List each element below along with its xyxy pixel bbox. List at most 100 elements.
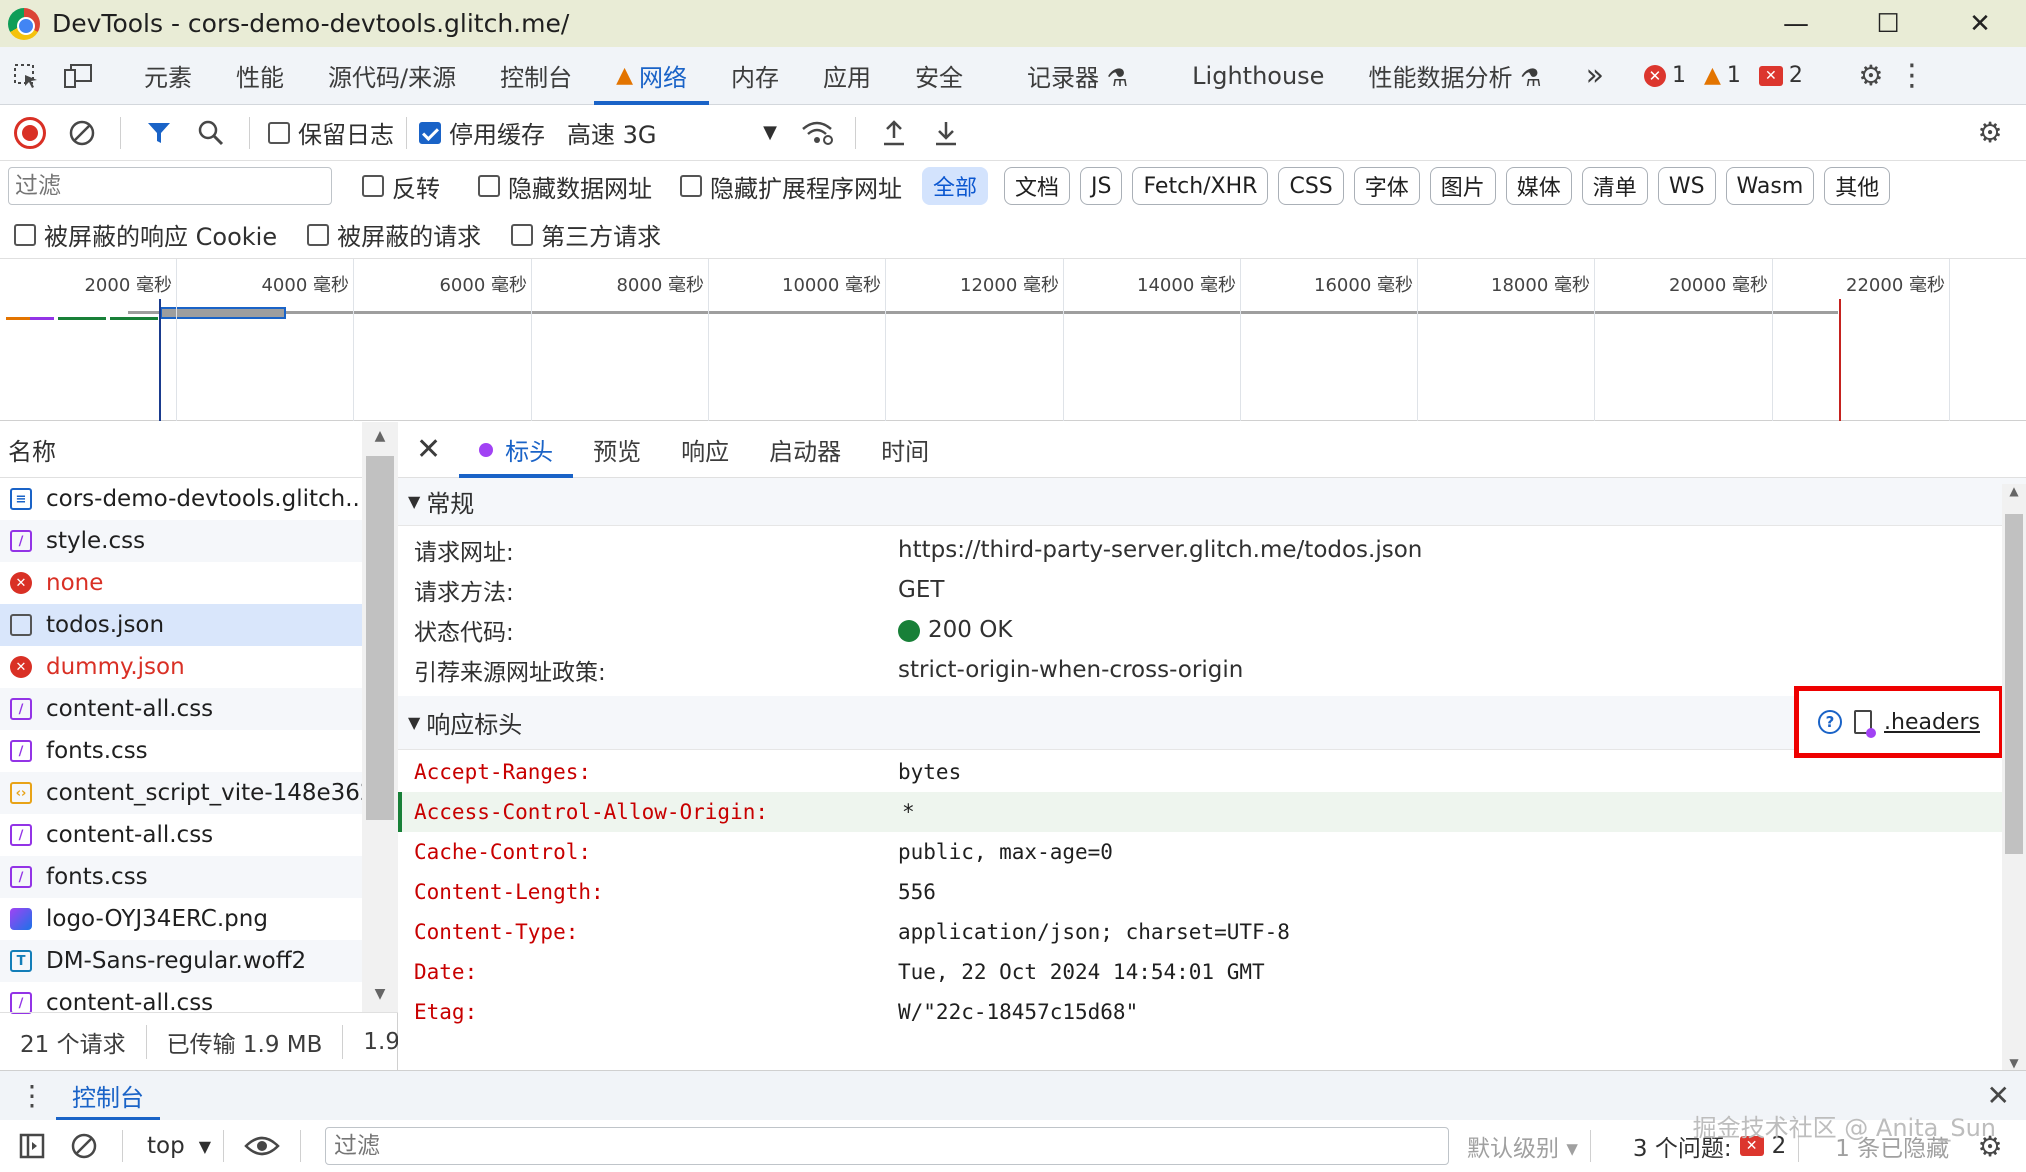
- tab-network[interactable]: ▲ 网络: [594, 47, 709, 105]
- tab-recorder[interactable]: 记录器 ⚗: [1005, 47, 1150, 105]
- network-conditions-wifi-icon[interactable]: [791, 107, 843, 159]
- scroll-up-icon[interactable]: ▲: [2002, 484, 2026, 498]
- clear-icon[interactable]: [56, 107, 108, 159]
- console-filter-input[interactable]: [325, 1127, 1450, 1165]
- request-row[interactable]: ∕ fonts.css: [0, 856, 362, 898]
- scroll-thumb[interactable]: [2005, 514, 2023, 854]
- scroll-thumb[interactable]: [366, 456, 394, 820]
- request-row[interactable]: ∕ style.css: [0, 520, 362, 562]
- tab-response[interactable]: 响应: [661, 422, 749, 478]
- issues-count[interactable]: ✕ 2: [1758, 63, 1803, 88]
- tab-preview[interactable]: 预览: [573, 422, 661, 478]
- hide-data-urls-checkbox[interactable]: 隐藏数据网址: [478, 169, 652, 204]
- import-har-upload-icon[interactable]: [868, 107, 920, 159]
- maximize-button[interactable]: ☐: [1842, 0, 1934, 47]
- context-selector[interactable]: top ▼: [147, 1133, 211, 1159]
- request-row[interactable]: T DM-Sans-regular.woff2: [0, 940, 362, 982]
- tab-elements[interactable]: 元素: [122, 47, 214, 105]
- type-filter-media[interactable]: 媒体: [1505, 167, 1572, 205]
- status-code-text: 200 OK: [928, 617, 1013, 643]
- tab-memory[interactable]: 内存: [709, 47, 801, 105]
- tab-console[interactable]: 控制台: [478, 47, 594, 105]
- network-summary-bar: 21 个请求 已传输 1.9 MB 1.9 I: [0, 1012, 398, 1070]
- type-filter-wasm[interactable]: Wasm: [1725, 167, 1815, 205]
- type-filter-js[interactable]: JS: [1080, 167, 1123, 205]
- scroll-down-icon[interactable]: ▼: [2002, 1056, 2026, 1070]
- request-row[interactable]: ∕ content-all.css: [0, 688, 362, 730]
- css-file-icon: ∕: [10, 698, 32, 720]
- timeline-gridline: [1772, 259, 1773, 421]
- search-icon[interactable]: [185, 107, 237, 159]
- preserve-log-checkbox[interactable]: 保留日志: [268, 115, 394, 150]
- tab-sources[interactable]: 源代码/来源: [306, 47, 478, 105]
- tab-security[interactable]: 安全: [893, 47, 985, 105]
- tab-headers[interactable]: 标头: [459, 422, 574, 478]
- invert-checkbox[interactable]: 反转: [362, 169, 440, 204]
- headers-file-link[interactable]: .headers: [1884, 710, 1980, 735]
- request-row[interactable]: ‹› content_script_vite-148e362...: [0, 772, 362, 814]
- drawer-tab-console[interactable]: 控制台: [56, 1071, 160, 1121]
- timeline-overview[interactable]: 2000 毫秒 4000 毫秒 6000 毫秒 8000 毫秒 10000 毫秒 1200…: [0, 259, 2026, 421]
- type-filter-img[interactable]: 图片: [1429, 167, 1496, 205]
- record-stop-button[interactable]: [14, 116, 46, 149]
- filter-funnel-icon[interactable]: [133, 107, 185, 159]
- request-row[interactable]: ∕ fonts.css: [0, 730, 362, 772]
- general-section-header[interactable]: ▼ 常规: [398, 478, 2026, 526]
- timeline-gridline: [531, 259, 532, 421]
- type-filter-doc[interactable]: 文档: [1004, 167, 1071, 205]
- sidebar-toggle-icon[interactable]: [6, 1120, 58, 1172]
- close-details-button[interactable]: ✕: [398, 422, 459, 478]
- timeline-gridline: [1063, 259, 1064, 421]
- blocked-cookies-checkbox[interactable]: 被屏蔽的响应 Cookie: [14, 217, 277, 252]
- tab-network-label: 网络: [639, 64, 688, 92]
- request-row[interactable]: ✕ dummy.json: [0, 646, 362, 688]
- clear-console-icon[interactable]: [58, 1120, 110, 1172]
- type-filter-ws[interactable]: WS: [1657, 167, 1716, 205]
- request-row[interactable]: ✕ none: [0, 562, 362, 604]
- disable-cache-checkbox[interactable]: 停用缓存: [419, 115, 545, 150]
- inspect-element-icon[interactable]: [0, 50, 52, 102]
- details-scrollbar[interactable]: ▲ ▼: [2002, 484, 2026, 1070]
- type-filter-manifest[interactable]: 清单: [1581, 167, 1648, 205]
- type-filter-css[interactable]: CSS: [1278, 167, 1344, 205]
- scroll-up-icon[interactable]: ▲: [362, 428, 398, 444]
- device-toolbar-icon[interactable]: [52, 50, 104, 102]
- tab-timing[interactable]: 时间: [861, 422, 949, 478]
- tab-lighthouse[interactable]: Lighthouse: [1170, 47, 1346, 105]
- tab-performance-insights[interactable]: 性能数据分析 ⚗: [1346, 47, 1563, 105]
- filter-input[interactable]: [8, 167, 332, 205]
- tab-application[interactable]: 应用: [801, 47, 893, 105]
- request-row[interactable]: ≡ cors-demo-devtools.glitch....: [0, 478, 362, 520]
- response-headers-section-header[interactable]: ▼ 响应标头 ? .headers: [398, 686, 2026, 758]
- request-row[interactable]: todos.json: [0, 604, 362, 646]
- minimize-button[interactable]: —: [1750, 0, 1842, 47]
- details-tab-bar: ✕ 标头 预览 响应 启动器 时间: [398, 422, 2026, 478]
- hide-extension-urls-checkbox[interactable]: 隐藏扩展程序网址: [680, 169, 902, 204]
- settings-gear-icon[interactable]: ⚙: [1845, 50, 1897, 102]
- type-filter-all[interactable]: 全部: [922, 167, 989, 205]
- live-expression-eye-icon[interactable]: [236, 1120, 288, 1172]
- error-count[interactable]: ✕ 1: [1643, 63, 1686, 88]
- warning-count[interactable]: ▲ 1: [1704, 63, 1741, 88]
- throttling-select[interactable]: 高速 3G ▼: [567, 115, 777, 150]
- request-row[interactable]: ∕ content-all.css: [0, 814, 362, 856]
- help-question-icon[interactable]: ?: [1818, 710, 1843, 734]
- blocked-requests-checkbox[interactable]: 被屏蔽的请求: [307, 217, 481, 252]
- scroll-down-icon[interactable]: ▼: [362, 986, 398, 1002]
- log-level-select[interactable]: 默认级别 ▾: [1467, 1129, 1578, 1163]
- third-party-checkbox[interactable]: 第三方请求: [511, 217, 661, 252]
- export-har-download-icon[interactable]: [920, 107, 972, 159]
- tab-initiator[interactable]: 启动器: [749, 422, 861, 478]
- close-window-button[interactable]: ✕: [1934, 0, 2026, 47]
- type-filter-font[interactable]: 字体: [1353, 167, 1420, 205]
- type-filter-fetch-xhr[interactable]: Fetch/XHR: [1132, 167, 1269, 205]
- name-column-header[interactable]: 名称: [0, 422, 397, 478]
- network-settings-gear-icon[interactable]: ⚙: [1964, 107, 2016, 159]
- more-tabs-button[interactable]: »: [1564, 47, 1626, 105]
- kebab-menu-icon[interactable]: ⋮: [1897, 50, 1927, 102]
- tab-performance[interactable]: 性能: [214, 47, 306, 105]
- request-list-scrollbar[interactable]: ▲ ▼: [362, 422, 398, 1012]
- type-filter-other[interactable]: 其他: [1824, 167, 1891, 205]
- drawer-menu-icon[interactable]: ⋮: [18, 1079, 46, 1112]
- request-row[interactable]: logo-OYJ34ERC.png: [0, 898, 362, 940]
